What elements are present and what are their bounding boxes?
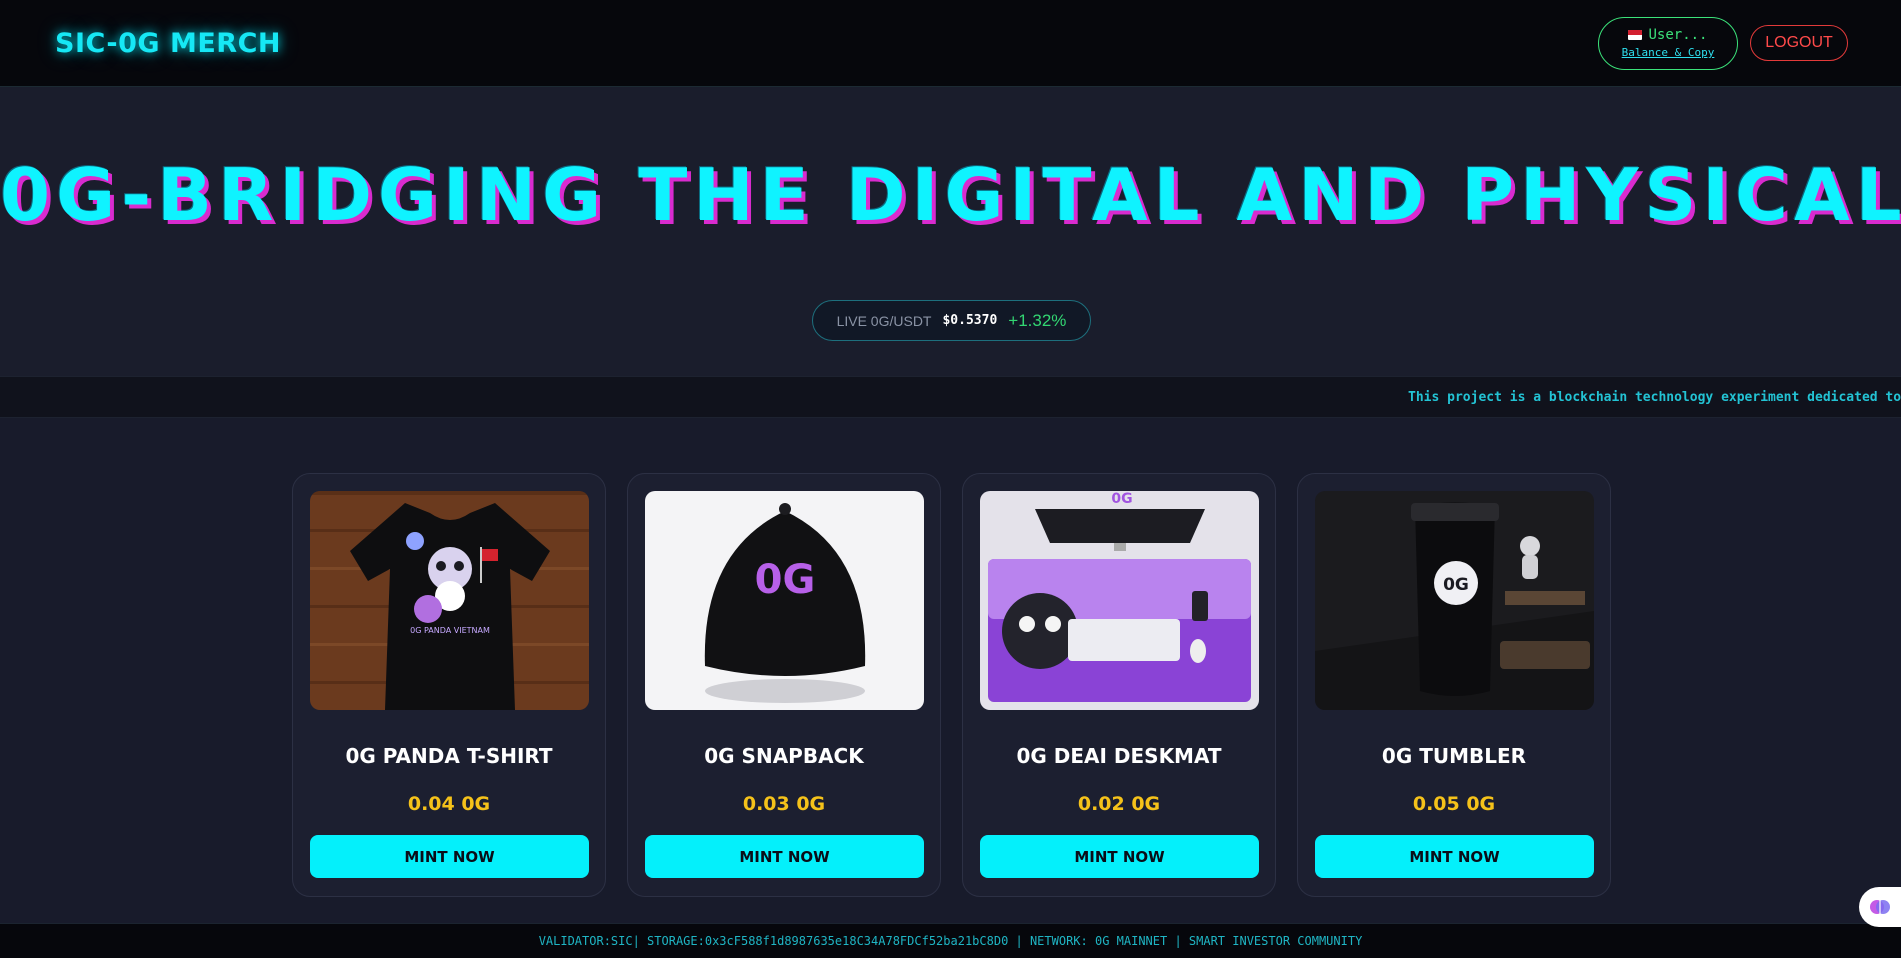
tumbler-logo-text: 0G [1443, 575, 1469, 595]
mint-now-button[interactable]: MINT NOW [1315, 835, 1594, 878]
top-nav: SIC-0G MERCH User... Balance & Copy LOGO… [0, 0, 1901, 87]
hero-section: 0G-BRIDGING THE DIGITAL AND PHYSICAL LIV… [0, 87, 1901, 376]
product-name: 0G PANDA T-SHIRT [345, 744, 553, 768]
brain-icon [1870, 900, 1890, 914]
price-pair-label: LIVE 0G/USDT [836, 312, 932, 329]
cap-logo-text: 0G [755, 557, 816, 603]
wallet-button[interactable]: User... Balance & Copy [1598, 16, 1738, 70]
product-name: 0G DEAI DESKMAT [1016, 744, 1222, 768]
product-name: 0G TUMBLER [1381, 744, 1527, 768]
product-price: 0.04 0G [407, 793, 491, 815]
hero-title: 0G-BRIDGING THE DIGITAL AND PHYSICAL [0, 153, 1901, 237]
product-image[interactable]: 0G PANDA VIETNAM [310, 491, 589, 710]
status-footer: VALIDATOR:SIC| STORAGE:0x3cF588f1d898763… [0, 923, 1901, 958]
news-ticker: This project is a blockchain technology … [0, 376, 1901, 418]
product-name: 0G SNAPBACK [704, 744, 864, 768]
live-price-badge: LIVE 0G/USDT $0.5370 +1.32% [812, 300, 1091, 341]
price-value: $0.5370 [942, 313, 998, 328]
logout-button[interactable]: LOGOUT [1750, 25, 1848, 61]
mint-now-button[interactable]: MINT NOW [980, 835, 1259, 878]
price-change: +1.32% [1008, 310, 1067, 330]
product-card: 0G 0G SNAPBACK 0.03 0G MINT NOW [627, 473, 941, 897]
wallet-user-label: User... [1648, 27, 1708, 43]
footer-info: VALIDATOR:SIC| STORAGE:0x3cF588f1d898763… [538, 934, 1363, 948]
product-image[interactable]: 0G [1315, 491, 1594, 710]
balance-copy-link[interactable]: Balance & Copy [1622, 46, 1715, 59]
product-card: 0G 0G DEAI DESKMAT 0.02 0G MINT NOW [962, 473, 1276, 897]
assistant-float-button[interactable] [1859, 887, 1901, 927]
product-card: 0G PANDA VIETNAM 0G PANDA T-SHIRT 0.04 0… [292, 473, 606, 897]
product-grid: 0G PANDA VIETNAM 0G PANDA T-SHIRT 0.04 0… [0, 418, 1901, 958]
deskmat-logo-text: 0G [1111, 491, 1132, 507]
brand-logo[interactable]: SIC-0G MERCH [55, 28, 281, 59]
product-image[interactable]: 0G [645, 491, 924, 710]
product-image[interactable]: 0G [980, 491, 1259, 710]
product-card: 0G 0G TUMBLER 0.05 0G MINT NOW [1297, 473, 1611, 897]
wallet-user: User... [1628, 27, 1708, 43]
shirt-print-text: 0G PANDA VIETNAM [410, 626, 490, 635]
product-price: 0.05 0G [1412, 793, 1496, 815]
product-price: 0.02 0G [1077, 793, 1161, 815]
mint-now-button[interactable]: MINT NOW [310, 835, 589, 878]
flag-icon [1628, 30, 1643, 40]
product-price: 0.03 0G [742, 793, 826, 815]
mint-now-button[interactable]: MINT NOW [645, 835, 924, 878]
nav-actions: User... Balance & Copy LOGOUT [1598, 16, 1848, 70]
ticker-text: This project is a blockchain technology … [1408, 390, 1901, 405]
